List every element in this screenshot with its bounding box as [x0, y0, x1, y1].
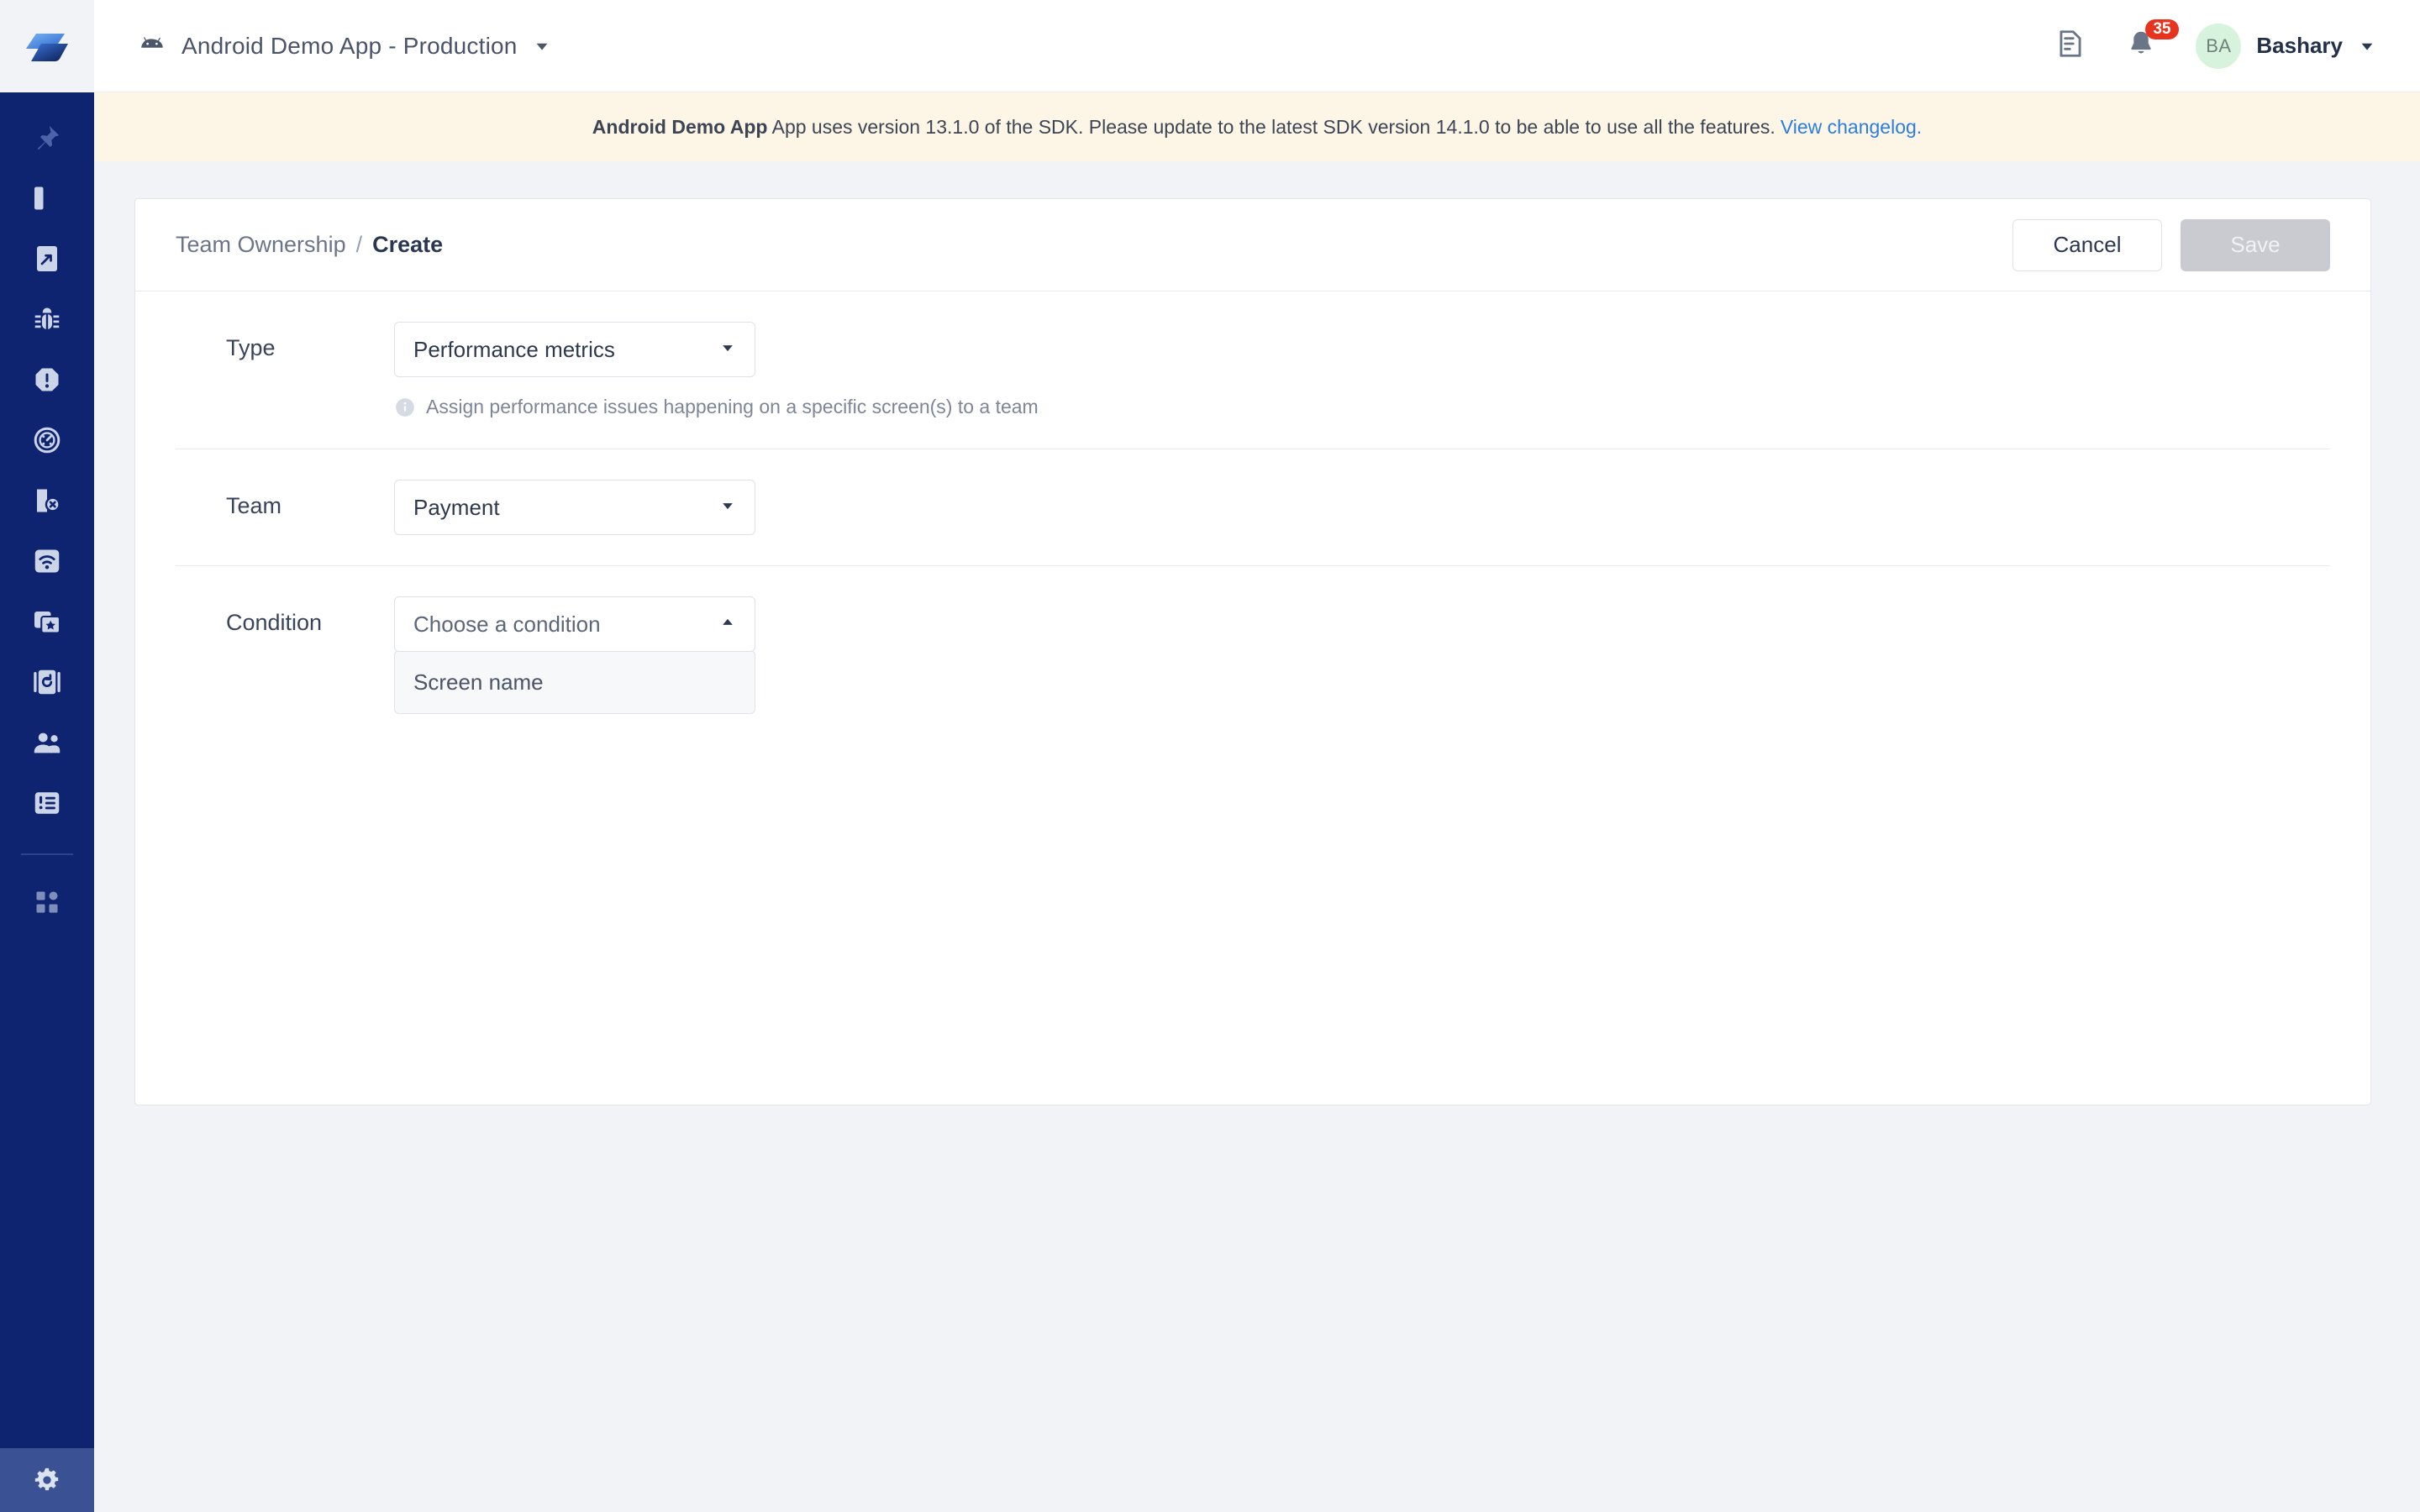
sidebar-item-pin[interactable]	[0, 108, 94, 168]
team-ownership-create-card: Team Ownership / Create Cancel Save Type…	[134, 198, 2371, 1105]
sidebar-item-network[interactable]	[0, 531, 94, 591]
sdk-banner-message: App uses version 13.1.0 of the SDK. Plea…	[767, 115, 1776, 138]
sidebar-item-releases[interactable]	[0, 228, 94, 289]
breadcrumb-create: Create	[372, 232, 444, 257]
top-bar: Android Demo App - Production 35 BA Bash…	[94, 0, 2420, 92]
session-replay-icon	[34, 669, 60, 695]
sidebar-item-users[interactable]	[0, 712, 94, 773]
sidebar-item-feature-requests[interactable]	[0, 773, 94, 833]
sidebar-item-apps-grid[interactable]	[0, 872, 94, 932]
breadcrumb-separator: /	[355, 232, 363, 257]
breadcrumb-team-ownership[interactable]: Team Ownership	[176, 232, 346, 258]
cancel-button[interactable]: Cancel	[2012, 218, 2162, 271]
app-logo[interactable]	[0, 0, 94, 92]
team-select-value: Payment	[413, 494, 500, 520]
chevron-down-icon	[2361, 43, 2373, 50]
sidebar-item-performance[interactable]	[0, 410, 94, 470]
sidebar-item-errors[interactable]	[0, 470, 94, 531]
team-label: Team	[226, 493, 282, 518]
android-icon	[141, 36, 163, 48]
sidebar-divider	[21, 853, 73, 855]
type-label: Type	[226, 335, 276, 360]
notifications-button[interactable]: 35	[2125, 19, 2179, 64]
surveys-star-icon	[34, 612, 61, 634]
sdk-update-banner: Android Demo App App uses version 13.1.0…	[94, 92, 2420, 161]
save-button[interactable]: Save	[2181, 218, 2330, 271]
document-icon	[2060, 30, 2081, 57]
user-menu[interactable]: BA Bashary	[2196, 23, 2376, 69]
condition-select[interactable]: Choose a condition	[394, 596, 755, 652]
apps-grid-icon	[36, 891, 58, 913]
app-switcher[interactable]: Android Demo App - Production	[138, 32, 551, 60]
docs-button[interactable]	[2054, 28, 2086, 64]
users-group-icon	[34, 732, 60, 753]
sidebar	[0, 0, 94, 1512]
top-bar-actions: 35 BA Bashary	[2054, 19, 2376, 69]
sidebar-item-dashboards[interactable]	[0, 168, 94, 228]
sidebar-item-bugs[interactable]	[0, 289, 94, 349]
network-signal-icon	[34, 549, 60, 573]
instabug-logo-icon	[26, 34, 68, 61]
type-hint-text: Assign performance issues happening on a…	[426, 396, 1039, 417]
card-header-actions: Cancel Save	[2012, 218, 2330, 271]
team-select[interactable]: Payment	[394, 480, 755, 535]
release-arrow-icon	[37, 246, 57, 271]
dashboard-chart-icon	[34, 186, 61, 211]
sdk-banner-text: Android Demo App App uses version 13.1.0…	[592, 116, 1776, 139]
type-hint: Assign performance issues happening on a…	[394, 396, 1039, 418]
field-row-condition: Condition Choose a condition Screen name	[176, 566, 2330, 714]
condition-select-value: Choose a condition	[413, 611, 601, 637]
performance-gauge-icon	[34, 427, 60, 454]
info-icon	[396, 397, 414, 417]
notifications-badge: 35	[2145, 19, 2179, 39]
type-select-value: Performance metrics	[413, 336, 615, 362]
sidebar-item-settings[interactable]	[0, 1448, 94, 1512]
field-row-team: Team Payment	[176, 449, 2330, 566]
condition-option-screen-name[interactable]: Screen name	[395, 659, 755, 705]
type-select[interactable]: Performance metrics	[394, 322, 755, 377]
team-control: Payment	[394, 480, 755, 535]
list-alert-icon	[34, 792, 60, 814]
sdk-banner-app-name: Android Demo App	[592, 115, 768, 138]
type-control: Performance metrics Assign performance i…	[394, 322, 1039, 418]
condition-control: Choose a condition Screen name	[394, 596, 755, 714]
field-row-type: Type Performance metrics Assign performa…	[176, 291, 2330, 449]
create-rule-form: Type Performance metrics Assign performa…	[135, 291, 2370, 714]
user-name-label: Bashary	[2256, 33, 2343, 58]
sidebar-item-surveys[interactable]	[0, 591, 94, 652]
screen-error-icon	[37, 489, 60, 512]
crash-alert-icon	[35, 368, 59, 391]
condition-label: Condition	[226, 610, 323, 635]
sidebar-item-crashes[interactable]	[0, 349, 94, 410]
breadcrumb: Team Ownership / Create	[176, 232, 443, 258]
sidebar-item-replays[interactable]	[0, 652, 94, 712]
chevron-down-icon	[719, 339, 736, 360]
card-header: Team Ownership / Create Cancel Save	[135, 199, 2370, 291]
bug-icon	[34, 307, 60, 329]
chevron-down-icon	[536, 43, 547, 50]
condition-dropdown-menu: Screen name	[394, 650, 755, 714]
view-changelog-link[interactable]: View changelog.	[1781, 116, 1922, 139]
chevron-up-icon	[719, 614, 736, 635]
gear-icon	[34, 1467, 59, 1491]
app-name-label: Android Demo App - Production	[182, 32, 518, 59]
chevron-down-icon	[719, 497, 736, 518]
pin-icon	[37, 125, 60, 150]
avatar: BA	[2196, 23, 2242, 69]
